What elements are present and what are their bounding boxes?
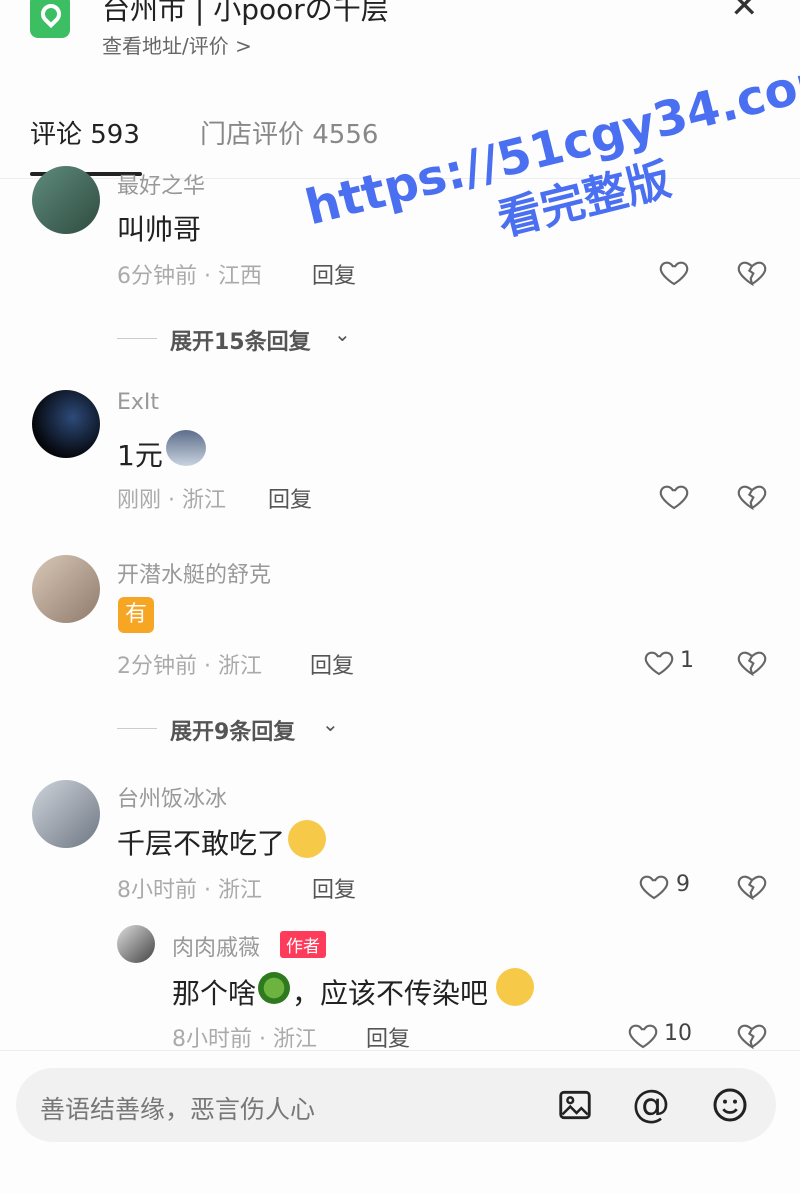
laugh-cry-emoji-icon <box>288 820 326 858</box>
comment-text: 叫帅哥 <box>117 213 202 246</box>
like-heart-icon[interactable] <box>658 256 690 288</box>
comment-text: 千层不敢吃了 <box>117 827 286 860</box>
comment-time-location: 8小时前 · 浙江 <box>117 878 262 903</box>
like-count: 9 <box>676 872 690 897</box>
expand-replies-button[interactable]: 展开9条回复 <box>170 714 295 746</box>
dislike-broken-heart-icon[interactable] <box>736 870 768 902</box>
comment-time-location: 刚刚 · 浙江 <box>117 488 226 513</box>
crying-emoji-icon <box>496 968 534 1006</box>
comment-time-location: 2分钟前 · 浙江 <box>117 654 262 679</box>
tab-comments[interactable]: 评论 593 <box>30 114 140 151</box>
image-icon[interactable] <box>556 1086 594 1124</box>
emoji-icon[interactable] <box>710 1085 750 1125</box>
comment-username[interactable]: ExIt <box>117 390 159 415</box>
divider <box>0 1050 800 1051</box>
reply-button[interactable]: 回复 <box>268 482 312 514</box>
like-heart-icon[interactable] <box>643 646 675 678</box>
reply-button[interactable]: 回复 <box>366 1021 410 1053</box>
avatar[interactable] <box>32 166 100 234</box>
view-address-link[interactable]: 查看地址/评价 > <box>102 30 252 59</box>
close-icon[interactable]: ✕ <box>730 0 759 26</box>
virus-emoji-icon <box>258 972 290 1004</box>
comment-input-placeholder[interactable]: 善语结善缘，恶言伤人心 <box>40 1090 315 1126</box>
reply-button[interactable]: 回复 <box>310 648 354 680</box>
avatar[interactable] <box>117 925 155 963</box>
avatar[interactable] <box>32 780 100 848</box>
comment-username[interactable]: 最好之华 <box>117 168 205 200</box>
tab-store-reviews[interactable]: 门店评价 4556 <box>200 114 378 151</box>
divider <box>117 338 157 339</box>
chevron-down-icon[interactable]: ⌄ <box>334 322 351 346</box>
dislike-broken-heart-icon[interactable] <box>736 256 768 288</box>
author-badge: 作者 <box>280 931 326 958</box>
like-count: 1 <box>680 648 694 673</box>
expand-replies-button[interactable]: 展开15条回复 <box>170 324 311 356</box>
chevron-down-icon[interactable]: ⌄ <box>322 712 339 736</box>
like-heart-icon[interactable] <box>627 1019 659 1051</box>
avatar[interactable] <box>32 390 100 458</box>
like-count: 10 <box>664 1021 692 1046</box>
husky-emoji-icon <box>166 430 206 466</box>
avatar[interactable] <box>32 555 100 623</box>
comment-text: 1元 <box>117 439 163 472</box>
comment-sticker: 有 <box>118 597 154 633</box>
reply-time-location: 8小时前 · 浙江 <box>172 1027 317 1052</box>
mention-icon[interactable]: @ <box>632 1082 670 1126</box>
like-heart-icon[interactable] <box>638 870 670 902</box>
dislike-broken-heart-icon[interactable] <box>736 646 768 678</box>
comment-username[interactable]: 开潜水艇的舒克 <box>117 557 271 589</box>
reply-username[interactable]: 肉肉戚薇 <box>172 930 260 962</box>
store-title: 台州市 | 小poorの千层 <box>102 0 389 26</box>
like-heart-icon[interactable] <box>658 480 690 512</box>
dislike-broken-heart-icon[interactable] <box>736 1019 768 1051</box>
dislike-broken-heart-icon[interactable] <box>736 480 768 512</box>
comment-time-location: 6分钟前 · 江西 <box>117 264 262 289</box>
reply-button[interactable]: 回复 <box>312 872 356 904</box>
location-pin-icon <box>30 0 70 38</box>
reply-text-start: 那个啥 <box>172 977 257 1010</box>
reply-button[interactable]: 回复 <box>312 258 356 290</box>
comment-username[interactable]: 台州饭冰冰 <box>117 781 227 813</box>
divider <box>117 728 157 729</box>
reply-text-end: ，应该不传染吧 <box>292 977 489 1010</box>
